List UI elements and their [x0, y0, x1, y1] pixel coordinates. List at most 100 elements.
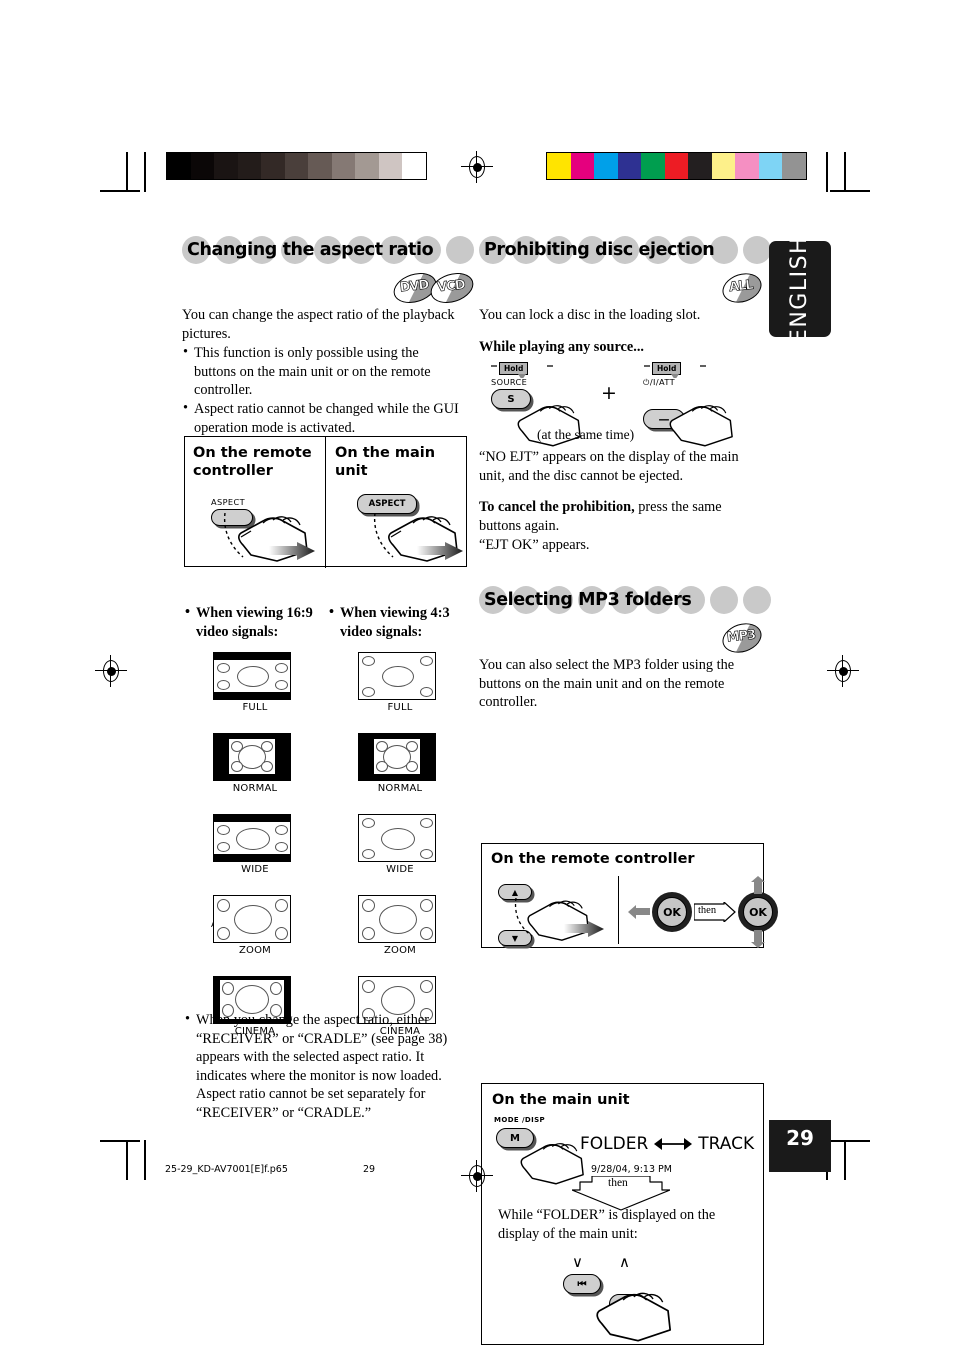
disc-logo-group-all: ALL	[479, 268, 766, 308]
calibration-swatch	[711, 153, 735, 179]
tv-screen-figure	[213, 895, 291, 943]
mp3-remote-box: On the remote controller ▲ ▼ OK then OK	[481, 843, 778, 948]
crop-mark-br-h	[830, 1140, 870, 1142]
mp3-main-unit-box: On the main unit MODE /DISP M FOLDER TRA…	[481, 1083, 764, 1345]
plus-sign: +	[601, 382, 617, 404]
corner-circle	[362, 818, 375, 828]
calibration-swatch	[402, 153, 426, 179]
ok-button-left[interactable]: OK	[652, 892, 692, 932]
corner-circle	[362, 656, 375, 666]
corner-circle	[406, 761, 418, 772]
ok-button-left-label: OK	[663, 905, 681, 919]
section-title: Prohibiting disc ejection	[484, 240, 715, 260]
all-disc-logo: ALL	[718, 268, 766, 308]
main-unit-title: On the main unit	[335, 445, 436, 479]
crop-mark-tr-v	[826, 152, 828, 192]
corner-circle	[420, 656, 433, 666]
center-circle	[233, 905, 272, 934]
aspect-figure-wide: WIDE	[358, 814, 442, 875]
then-arrow-remote: then	[693, 900, 736, 927]
corner-circle	[362, 980, 375, 993]
center-circle	[235, 985, 269, 1014]
aspect-figure-caption: FULL	[387, 702, 413, 713]
pointing-hand-skip-icon	[591, 1286, 683, 1344]
aspect-figure-caption: WIDE	[386, 864, 414, 875]
calibration-swatch	[664, 153, 688, 179]
ok-button-right[interactable]: OK	[738, 892, 778, 932]
footnote-text: When you change the aspect ratio, either…	[184, 1010, 460, 1123]
center-circle	[236, 666, 269, 687]
center-circle	[381, 666, 414, 687]
calibration-swatch	[758, 153, 782, 179]
center-circle	[380, 827, 415, 850]
corner-circle	[231, 741, 243, 752]
corner-circle	[275, 825, 288, 835]
corner-circle	[261, 761, 273, 772]
aspect-figure-caption: NORMAL	[377, 783, 423, 794]
crop-mark-tl2-v	[144, 152, 146, 192]
aspect-figure-caption: ZOOM	[383, 945, 417, 956]
letterbox-band	[214, 692, 290, 699]
then-label-remote: then	[698, 905, 717, 916]
aspect-intro-text: You can change the aspect ratio of the p…	[182, 307, 455, 342]
crop-mark-bl-v	[126, 1140, 128, 1180]
remote-controller-label: On the remote controller	[193, 444, 318, 480]
section-heading-mp3-folders-wrap: Selecting MP3 folders MP3 You can also s…	[479, 586, 771, 712]
hold-bracket-left-icon	[491, 365, 553, 378]
calibration-swatch	[167, 153, 191, 179]
footer-timestamp: 9/28/04, 9:13 PM	[591, 1164, 672, 1175]
down-caret-icon: ∨	[572, 1253, 583, 1271]
gradient-arrow-main-icon	[417, 542, 463, 560]
cancel-prohibition-result: “EJT OK” appears.	[479, 537, 590, 553]
corner-circle	[420, 687, 433, 697]
aspect-remote-caption: ASPECT	[211, 497, 246, 507]
hold-tag-left: Hold	[491, 358, 553, 378]
tv-screen-figure	[213, 652, 291, 700]
aspect-figure-caption: NORMAL	[232, 783, 278, 794]
section-title: Changing the aspect ratio	[187, 240, 434, 260]
figure-column-heading-4-3: When viewing 4:3 video signals:	[328, 603, 460, 641]
corner-circle	[275, 663, 288, 673]
center-circle	[235, 827, 270, 850]
calibration-swatch	[782, 153, 806, 179]
page-number-box: 29	[769, 1120, 831, 1172]
section-heading-mp3-folders: Selecting MP3 folders	[479, 586, 771, 614]
tv-screen-figure	[358, 652, 436, 700]
calibration-swatch	[237, 153, 261, 179]
at-same-time-note: (at the same time)	[537, 427, 635, 442]
corner-circle	[362, 849, 375, 859]
press-dotted-path-remote-icon	[223, 513, 244, 558]
registration-mark-left	[95, 655, 127, 687]
language-tab-label: ENGLISH	[787, 235, 813, 343]
crop-mark-br2-v	[844, 1140, 846, 1180]
crop-mark-tr2-v	[844, 152, 846, 192]
list-item: This function is only possible using the…	[182, 343, 462, 400]
mp3-remote-title: On the remote controller	[491, 851, 695, 867]
aspect-figure-normal: NORMAL	[358, 733, 442, 794]
language-tab: ENGLISH	[769, 235, 831, 343]
arrow-up-icon	[751, 876, 765, 894]
corner-circle	[217, 899, 230, 912]
box-divider	[618, 876, 620, 944]
prohibit-result-text: “NO EJT” appears on the display of the m…	[479, 449, 739, 484]
calibration-swatch	[190, 153, 214, 179]
calibration-swatch	[641, 153, 665, 179]
corner-circle	[217, 842, 230, 852]
vcd-logo: VCD	[426, 267, 478, 309]
tv-screen-figure	[213, 814, 291, 862]
skip-buttons-group: ∨ ∧ ⏮ ⏭	[563, 1255, 672, 1342]
letterbox-band	[214, 815, 290, 822]
aspect-figure-normal: NORMAL	[213, 733, 297, 794]
hold-tag-right: Hold	[644, 358, 706, 378]
calibration-swatch	[308, 153, 332, 179]
calibration-swatch	[214, 153, 238, 179]
aspect-figure-column-16-9: FULL NORMAL WIDE ZOOM CINEMA	[213, 652, 297, 1057]
aspect-figure-zoom: ZOOM	[213, 895, 297, 956]
hold-bracket-right-icon	[644, 365, 706, 378]
corner-circle	[222, 982, 234, 995]
disc-logo-group-dvd-vcd: DVD VCD	[182, 267, 478, 309]
mp3-intro-text: You can also select the MP3 folder using…	[479, 657, 735, 711]
footer-filename: 25-29_KD-AV7001[E]f.p65	[165, 1164, 288, 1175]
aspect-figure-full: FULL	[358, 652, 442, 713]
pointing-hand-power-icon	[665, 400, 743, 448]
